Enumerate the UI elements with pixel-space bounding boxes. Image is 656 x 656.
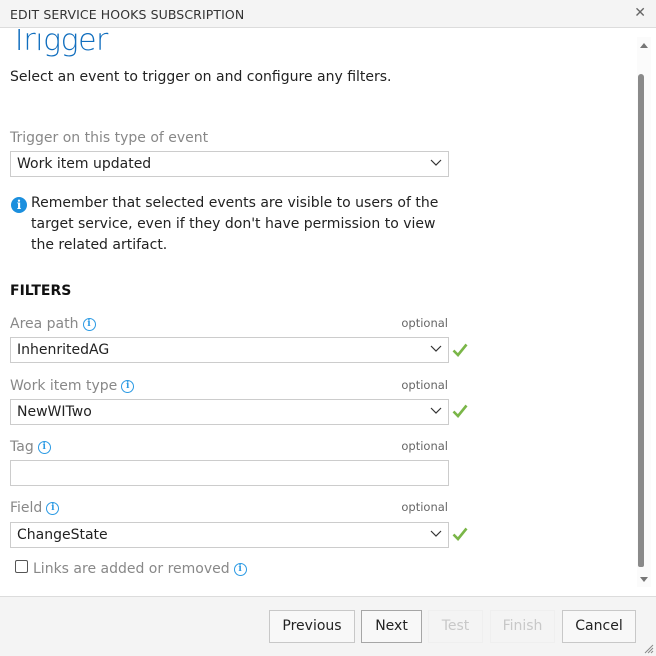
visibility-notice: Remember that selected events are visibl… bbox=[31, 195, 439, 253]
vertical-scrollbar[interactable] bbox=[636, 29, 656, 595]
chevron-down-icon bbox=[430, 530, 442, 537]
page-subtitle: Select an event to trigger on and config… bbox=[10, 69, 392, 85]
work-item-type-select[interactable]: NewWITwo bbox=[10, 399, 449, 425]
work-item-type-label: Work item type i bbox=[10, 378, 135, 394]
scroll-down-arrow-icon[interactable] bbox=[640, 577, 648, 582]
links-checkbox[interactable] bbox=[15, 560, 28, 573]
work-item-type-value: NewWITwo bbox=[17, 404, 92, 420]
info-icon[interactable]: i bbox=[46, 502, 60, 515]
cancel-button[interactable]: Cancel bbox=[562, 610, 636, 643]
field-label: Field i bbox=[10, 500, 60, 516]
dialog-content: Trigger Select an event to trigger on an… bbox=[0, 29, 636, 595]
checkmark-icon bbox=[452, 527, 468, 541]
info-icon[interactable]: i bbox=[37, 441, 51, 454]
links-label-text: Links are added or removed bbox=[33, 561, 230, 577]
area-path-value: InhenritedAG bbox=[17, 342, 110, 358]
event-type-label: Trigger on this type of event bbox=[10, 130, 209, 146]
dialog-titlebar: EDIT SERVICE HOOKS SUBSCRIPTION ✕ bbox=[0, 0, 656, 28]
chevron-down-icon bbox=[430, 345, 442, 352]
event-type-value: Work item updated bbox=[17, 156, 152, 172]
dialog-footer: Previous Next Test Finish Cancel bbox=[0, 596, 656, 656]
field-value: ChangeState bbox=[17, 527, 108, 543]
info-icon: i bbox=[11, 197, 27, 213]
tag-optional: optional bbox=[401, 439, 448, 453]
chevron-down-icon bbox=[430, 407, 442, 414]
resize-grip-icon[interactable] bbox=[644, 644, 654, 654]
tag-label: Tag i bbox=[10, 439, 51, 455]
next-button[interactable]: Next bbox=[361, 610, 422, 643]
info-icon[interactable]: i bbox=[233, 563, 247, 576]
info-icon[interactable]: i bbox=[82, 318, 96, 331]
area-path-label: Area path i bbox=[10, 316, 96, 332]
scroll-up-arrow-icon[interactable] bbox=[640, 43, 648, 48]
dialog-title: EDIT SERVICE HOOKS SUBSCRIPTION bbox=[10, 7, 245, 22]
previous-button[interactable]: Previous bbox=[269, 610, 355, 643]
field-select[interactable]: ChangeState bbox=[10, 522, 449, 548]
area-path-select[interactable]: InhenritedAG bbox=[10, 337, 449, 363]
finish-button: Finish bbox=[490, 610, 555, 643]
test-button: Test bbox=[428, 610, 483, 643]
field-label-text: Field bbox=[10, 500, 43, 516]
filters-heading: FILTERS bbox=[10, 283, 72, 299]
checkmark-icon bbox=[452, 404, 468, 418]
scrollbar-thumb[interactable] bbox=[638, 74, 644, 567]
work-item-type-optional: optional bbox=[401, 378, 448, 392]
close-icon[interactable]: ✕ bbox=[634, 5, 646, 21]
field-optional: optional bbox=[401, 500, 448, 514]
checkmark-icon bbox=[452, 343, 468, 357]
tag-label-text: Tag bbox=[10, 439, 34, 455]
event-type-select[interactable]: Work item updated bbox=[10, 151, 449, 177]
info-icon[interactable]: i bbox=[121, 380, 135, 393]
tag-input[interactable] bbox=[10, 460, 449, 486]
links-checkbox-label[interactable]: Links are added or removed i bbox=[33, 561, 247, 577]
page-title: Trigger bbox=[10, 29, 108, 58]
work-item-type-label-text: Work item type bbox=[10, 378, 118, 394]
area-path-optional: optional bbox=[401, 316, 448, 330]
chevron-down-icon bbox=[430, 159, 442, 166]
area-path-label-text: Area path bbox=[10, 316, 79, 332]
